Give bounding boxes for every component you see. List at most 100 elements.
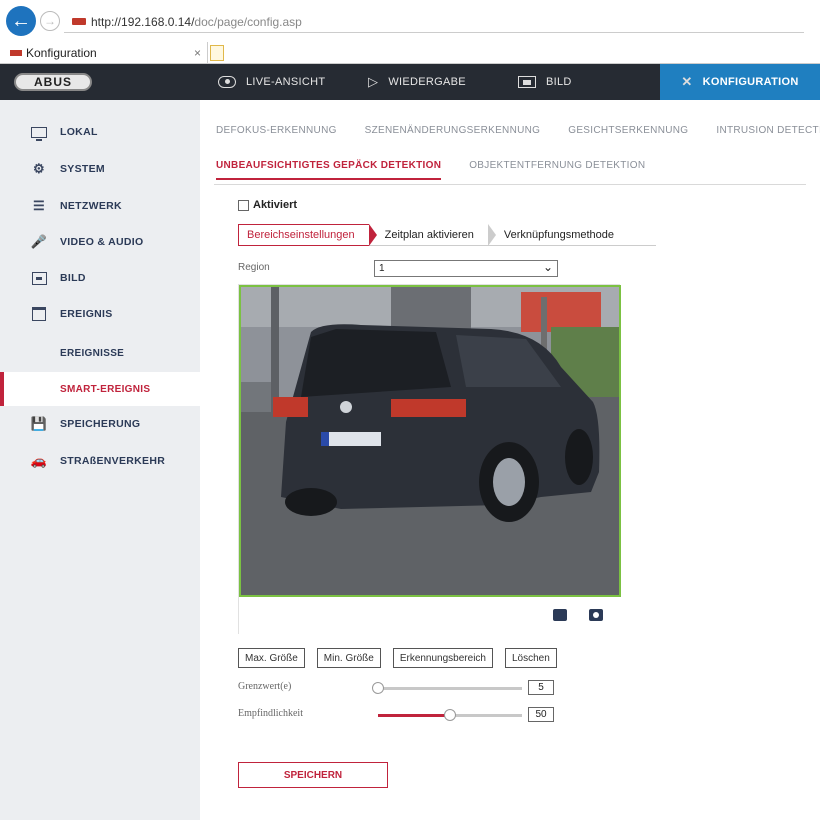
- sidebar-subitem-events[interactable]: EREIGNISSE: [0, 336, 200, 370]
- main-navigation: ABUS LIVE-ANSICHT ▷ WIEDERGABE BILD ✕ KO…: [0, 64, 820, 100]
- sidebar-item-event[interactable]: EREIGNIS: [0, 296, 200, 332]
- disk-icon: 💾: [30, 416, 48, 431]
- url-path: doc/page/config.asp: [194, 14, 302, 29]
- nav-image-label: BILD: [546, 76, 572, 88]
- brand-logo: ABUS: [14, 73, 92, 91]
- sensitivity-slider-row: Empfindlichkeit 50: [238, 707, 568, 723]
- threshold-value-input[interactable]: 5: [528, 680, 554, 695]
- sidebar-item-label: EREIGNIS: [60, 308, 113, 320]
- tab-unattended-baggage-detection[interactable]: UNBEAUFSICHTIGTES GEPÄCK DETEKTION: [216, 160, 442, 180]
- nav-playback-label: WIEDERGABE: [388, 76, 466, 88]
- sidebar-item-label: STRAßENVERKEHR: [60, 455, 166, 467]
- sidebar-item-label: NETZWERK: [60, 200, 122, 212]
- chevron-down-icon: ⌄: [542, 260, 553, 274]
- step-schedule[interactable]: Zeitplan aktivieren: [377, 224, 488, 246]
- sidebar-item-label: VIDEO & AUDIO: [60, 236, 144, 248]
- step-arrow-icon: [487, 224, 496, 246]
- record-icon[interactable]: [553, 609, 567, 621]
- step-arrow-icon: [368, 224, 377, 246]
- subtabs-row-2: UNBEAUFSICHTIGTES GEPÄCK DETEKTION OBJEK…: [216, 155, 673, 180]
- sensitivity-slider[interactable]: [378, 709, 522, 721]
- tools-icon: ✕: [681, 74, 693, 89]
- forward-arrow-icon[interactable]: →: [40, 11, 60, 31]
- browser-toolbar: ← → http://192.168.0.14/doc/page/config.…: [0, 0, 820, 42]
- eye-icon: [218, 76, 236, 88]
- enabled-checkbox-row[interactable]: Aktiviert: [238, 199, 297, 211]
- traffic-icon: 🚗: [30, 453, 48, 468]
- sensitivity-value-input[interactable]: 50: [528, 707, 554, 722]
- nav-live-view[interactable]: LIVE-ANSICHT: [218, 64, 325, 100]
- microphone-icon: 🎤: [30, 234, 48, 249]
- sidebar-subitem-label: SMART-EREIGNIS: [60, 383, 151, 395]
- enabled-checkbox[interactable]: [238, 199, 249, 211]
- sidebar-item-traffic[interactable]: 🚗 STRAßENVERKEHR: [0, 443, 200, 479]
- enabled-label: Aktiviert: [253, 199, 298, 211]
- network-icon: ☰: [33, 198, 45, 213]
- nav-configuration[interactable]: ✕ KONFIGURATION: [660, 64, 820, 100]
- step-label: Zeitplan aktivieren: [384, 229, 474, 241]
- threshold-slider-thumb[interactable]: [372, 682, 384, 694]
- sensitivity-slider-thumb[interactable]: [444, 709, 456, 721]
- nav-live-view-label: LIVE-ANSICHT: [246, 76, 326, 88]
- region-select[interactable]: 1 ⌄: [374, 260, 558, 277]
- tab-face-detection[interactable]: GESICHTSERKENNUNG: [568, 125, 688, 136]
- save-button[interactable]: SPEICHERN: [238, 762, 388, 788]
- nav-playback[interactable]: ▷ WIEDERGABE: [368, 64, 466, 100]
- sidebar: LOKAL ⚙ SYSTEM ☰ NETZWERK 🎤 VIDEO & AUDI…: [0, 100, 200, 820]
- video-toolbar: [239, 597, 621, 635]
- sensitivity-label: Empfindlichkeit: [238, 708, 303, 719]
- calendar-icon: [30, 306, 48, 322]
- max-size-button[interactable]: Max. Größe: [238, 648, 305, 668]
- tab-scene-change-detection[interactable]: SZENENÄNDERUNGSERKENNUNG: [365, 125, 541, 136]
- tab-title: Konfiguration: [26, 46, 97, 60]
- threshold-slider-row: Grenzwert(e) 5: [238, 680, 568, 696]
- back-arrow-icon[interactable]: ←: [6, 6, 36, 36]
- sidebar-subitem-smart-event[interactable]: SMART-EREIGNIS: [0, 372, 200, 406]
- url-host: http://192.168.0.14/: [91, 14, 195, 29]
- video-preview[interactable]: [239, 285, 621, 597]
- image-icon: [518, 76, 536, 88]
- monitor-icon: [30, 124, 48, 141]
- detection-area-button[interactable]: Erkennungsbereich: [392, 648, 493, 668]
- sidebar-item-network[interactable]: ☰ NETZWERK: [0, 188, 200, 224]
- sidebar-item-video-audio[interactable]: 🎤 VIDEO & AUDIO: [0, 224, 200, 260]
- threshold-slider[interactable]: [372, 682, 522, 694]
- sensitivity-slider-fill: [378, 714, 450, 717]
- sidebar-item-local[interactable]: LOKAL: [0, 114, 200, 150]
- snapshot-camera-icon[interactable]: [589, 609, 603, 621]
- clear-button[interactable]: Löschen: [504, 648, 557, 668]
- step-area-settings[interactable]: Bereichseinstellungen: [238, 224, 369, 246]
- camera-frame-image: [241, 287, 619, 595]
- address-bar[interactable]: http://192.168.0.14/doc/page/config.asp: [64, 11, 804, 33]
- browser-tab-bar: Konfiguration ×: [0, 42, 820, 64]
- step-label: Bereichseinstellungen: [247, 229, 355, 241]
- subtabs-row-1: DEFOKUS-ERKENNUNG SZENENÄNDERUNGSERKENNU…: [216, 120, 820, 140]
- play-icon: ▷: [368, 74, 379, 89]
- tab-object-removal-detection[interactable]: OBJEKTENTFERNUNG DETEKTION: [469, 160, 645, 171]
- sidebar-subitem-label: EREIGNISSE: [60, 347, 125, 359]
- sidebar-item-label: BILD: [60, 272, 86, 284]
- browser-tab[interactable]: Konfiguration ×: [4, 42, 208, 64]
- gear-icon: ⚙: [33, 161, 45, 176]
- sidebar-item-system[interactable]: ⚙ SYSTEM: [0, 151, 200, 187]
- step-linkage-method[interactable]: Verknüpfungsmethode: [496, 224, 628, 246]
- settings-stepper: Bereichseinstellungen Zeitplan aktiviere…: [238, 224, 656, 246]
- min-size-button[interactable]: Min. Größe: [316, 648, 381, 668]
- tab-intrusion-detection[interactable]: INTRUSION DETECTION: [716, 125, 820, 136]
- sidebar-item-image[interactable]: BILD: [0, 260, 200, 296]
- sidebar-item-storage[interactable]: 💾 SPEICHERUNG: [0, 406, 200, 442]
- region-buttons: Max. Größe Min. Größe Erkennungsbereich …: [238, 648, 569, 668]
- region-select-value: 1: [379, 263, 385, 274]
- region-label: Region: [238, 262, 270, 273]
- nav-configuration-label: KONFIGURATION: [702, 76, 799, 88]
- video-preview-panel: [238, 284, 621, 635]
- nav-image[interactable]: BILD: [518, 64, 572, 100]
- sidebar-item-label: LOKAL: [60, 126, 98, 138]
- subtabs-divider: [214, 184, 806, 185]
- sidebar-item-label: SYSTEM: [60, 163, 105, 175]
- new-tab-icon[interactable]: [210, 45, 224, 61]
- site-favicon-icon: [72, 18, 86, 25]
- tab-close-icon[interactable]: ×: [194, 46, 201, 60]
- tab-defocus-detection[interactable]: DEFOKUS-ERKENNUNG: [216, 125, 337, 136]
- sidebar-item-label: SPEICHERUNG: [60, 418, 141, 430]
